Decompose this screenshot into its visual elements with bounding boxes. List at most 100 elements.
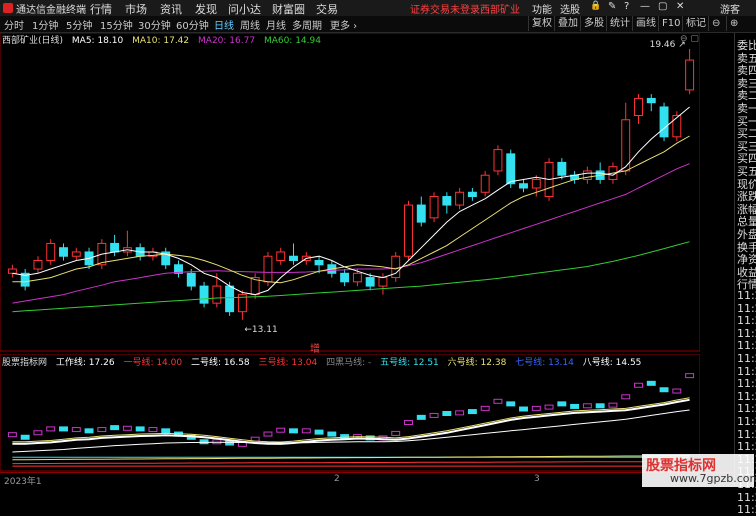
candle-body — [7, 268, 17, 274]
legend-ma60: MA60: 14.94 — [263, 36, 321, 46]
candle-body — [404, 204, 413, 257]
menu-faxian[interactable]: 发现 — [195, 1, 217, 17]
side-panel-label: 11:25 — [737, 352, 756, 365]
high-price-label: 19.46 ↗ — [650, 40, 686, 50]
indicator-box — [646, 380, 656, 386]
menu-zixun[interactable]: 资讯 — [160, 1, 182, 17]
sub-chart-legend: 股票指标网 工作线: 17.26 一号线: 14.00 二号线: 16.58 三… — [2, 355, 647, 368]
candle-body — [212, 285, 222, 304]
f10-button[interactable]: F10 — [658, 16, 683, 31]
edit-icon[interactable]: ✎ — [608, 1, 616, 12]
side-panel-label: 11:25 — [737, 427, 756, 441]
candle-body — [46, 242, 56, 261]
candle-body — [442, 196, 452, 206]
candle-body — [71, 251, 81, 257]
indicator-box — [391, 430, 401, 436]
period-multi[interactable]: 多周期 — [292, 17, 322, 32]
overlay-button[interactable]: 叠加 — [554, 16, 581, 31]
candle-body — [263, 255, 273, 283]
chart-title: 西部矿业(日线) — [2, 36, 64, 46]
period-fenshi[interactable]: 分时 — [4, 17, 24, 32]
candlestick-chart[interactable]: 19.5019.0018.5018.0017.5017.0016.5016.00… — [0, 33, 700, 353]
login-status[interactable]: 证券交易未登录 — [410, 1, 480, 16]
menu-xuangu[interactable]: 选股 — [560, 1, 580, 16]
candle-body — [110, 242, 120, 253]
indicator-box — [672, 388, 682, 394]
menu-hangqing[interactable]: 行情 — [90, 1, 112, 17]
menu-jiaoyi[interactable]: 交易 — [316, 1, 338, 17]
zoom-in-icon[interactable]: ⊕ — [726, 16, 741, 31]
period-weekly[interactable]: 周线 — [240, 17, 260, 32]
candle-body — [685, 59, 695, 91]
indicator-box — [46, 426, 56, 432]
mark-button[interactable]: 标记 — [682, 16, 709, 31]
legend-gongzuo: 工作线: 17.26 — [55, 358, 115, 368]
indicator-box — [608, 402, 618, 408]
candle-body — [429, 196, 439, 219]
current-stock-name: 西部矿业 — [480, 5, 520, 16]
stats-button[interactable]: 统计 — [606, 16, 633, 31]
side-panel-label: 11:25 — [737, 503, 756, 516]
zoom-out-icon[interactable]: ⊖ — [708, 16, 723, 31]
indicator-box — [455, 410, 465, 416]
candle-body — [186, 272, 196, 287]
candle-body — [289, 255, 298, 261]
period-1min[interactable]: 1分钟 — [32, 17, 58, 32]
indicator-box — [59, 426, 68, 432]
candle-body — [531, 178, 541, 189]
period-monthly[interactable]: 月线 — [266, 17, 286, 32]
period-more[interactable]: 更多 › — [330, 17, 357, 32]
date-axis: 2023年1 2 3 — [0, 472, 734, 488]
indicator-box — [301, 428, 311, 434]
candle-body — [416, 204, 426, 223]
indicator-box — [480, 405, 490, 411]
side-panel-label: 11:25 — [737, 364, 756, 378]
indicator-tag[interactable]: 增 — [310, 340, 320, 355]
side-panel-label: 11:25 — [737, 377, 756, 391]
indicator-line — [12, 397, 690, 443]
indicator-box — [340, 434, 350, 440]
lock-icon[interactable]: 🔒 — [590, 1, 601, 11]
side-panel-label: 11:25 — [737, 389, 756, 403]
candle-body — [352, 272, 362, 283]
period-15min[interactable]: 15分钟 — [100, 17, 133, 32]
menu-caifuquan[interactable]: 财富圈 — [272, 1, 305, 17]
maximize-icon[interactable]: ▢ — [658, 1, 667, 12]
candle-body — [493, 149, 503, 172]
draw-line-button[interactable]: 画线 — [632, 16, 659, 31]
legend-line2: 二号线: 16.58 — [190, 358, 250, 368]
period-60min[interactable]: 60分钟 — [176, 17, 209, 32]
minimize-icon[interactable]: — — [640, 1, 650, 12]
side-panel-label: 11:25 — [737, 301, 756, 315]
indicator-chart[interactable]: 18.0016.0014.00 — [0, 354, 700, 472]
indicator-box — [327, 431, 337, 437]
guest-label[interactable]: 游客 — [720, 1, 740, 16]
indicator-box — [84, 428, 94, 434]
legend-ma10: MA10: 17.42 — [132, 36, 190, 46]
multi-stock-button[interactable]: 多股 — [580, 16, 607, 31]
indicator-box — [404, 419, 413, 425]
plot-frame — [0, 33, 700, 352]
period-30min[interactable]: 30分钟 — [138, 17, 171, 32]
candle-body — [365, 277, 375, 287]
indicator-box — [71, 427, 81, 433]
period-daily[interactable]: 日线 — [214, 17, 234, 32]
candle-body — [314, 260, 324, 266]
fuquan-button[interactable]: 复权 — [528, 16, 555, 31]
menu-wenxiaoda[interactable]: 问小达 — [228, 1, 261, 17]
indicator-box — [122, 425, 132, 431]
candle-body — [634, 97, 643, 116]
menu-shichang[interactable]: 市场 — [125, 1, 147, 17]
menu-gongneng[interactable]: 功能 — [532, 1, 552, 16]
candle-body — [225, 285, 235, 313]
indicator-box — [595, 403, 605, 409]
period-5min[interactable]: 5分钟 — [66, 17, 92, 32]
legend-line6: 六号线: 12.38 — [447, 358, 507, 368]
ma20-line — [12, 163, 690, 304]
indicator-box — [225, 440, 235, 446]
help-icon[interactable]: ? — [624, 1, 629, 12]
candle-body — [340, 272, 350, 283]
close-icon[interactable]: ✕ — [676, 1, 684, 12]
watermark: 股票指标网 www.7gpzb.com — [642, 454, 756, 487]
candle-body — [557, 161, 567, 176]
